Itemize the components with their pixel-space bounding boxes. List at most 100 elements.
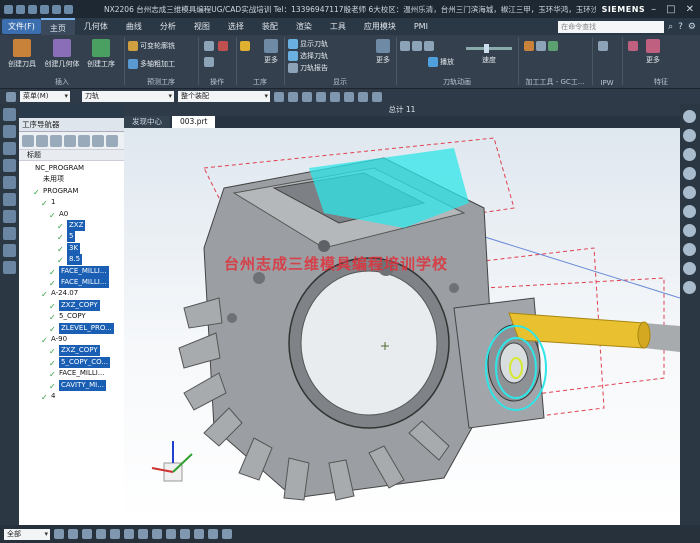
tab-view[interactable]: 视图 bbox=[185, 18, 219, 35]
close-button[interactable]: ✕ bbox=[686, 4, 694, 15]
operate-copy-button[interactable] bbox=[204, 57, 216, 67]
tab-curve[interactable]: 曲线 bbox=[117, 18, 151, 35]
tree-row[interactable]: ✓ FACE_MILLI... bbox=[19, 265, 124, 277]
process-more-button[interactable]: 更多 bbox=[262, 39, 280, 65]
tab-geometry[interactable]: 几何体 bbox=[75, 18, 117, 35]
undo-icon[interactable] bbox=[16, 4, 25, 14]
point-icon[interactable] bbox=[344, 91, 354, 102]
file-menu[interactable]: 文件(F) bbox=[2, 19, 41, 34]
snap-point-icon[interactable] bbox=[110, 529, 120, 539]
lighting-icon[interactable] bbox=[683, 243, 696, 256]
select-icon[interactable] bbox=[54, 529, 64, 539]
tab-part-file[interactable]: 003.prt bbox=[172, 116, 216, 128]
wireframe-icon[interactable] bbox=[96, 529, 106, 539]
toolpath-report-button[interactable]: 刀轨报告 bbox=[288, 63, 328, 73]
measure-icon[interactable] bbox=[222, 529, 232, 539]
role-icon[interactable] bbox=[3, 261, 16, 274]
eye-icon[interactable] bbox=[194, 529, 204, 539]
speed-slider[interactable]: 速度 bbox=[466, 43, 512, 65]
tree-row[interactable]: ✓ 3K bbox=[19, 242, 124, 254]
tree-row[interactable]: 未用项 bbox=[19, 174, 124, 185]
create-tool-button[interactable]: 创建刀具 bbox=[6, 39, 38, 69]
paste-icon[interactable] bbox=[64, 4, 73, 14]
mach-tool-buttons[interactable] bbox=[524, 41, 560, 51]
quadrant-icon[interactable] bbox=[180, 529, 190, 539]
tree-row[interactable]: ✓ 1 bbox=[19, 197, 124, 208]
operate-cut-button[interactable] bbox=[218, 41, 230, 51]
variable-contour-button[interactable]: 可变轮廓铣 bbox=[128, 41, 175, 51]
play-button[interactable]: 播放 bbox=[428, 57, 454, 67]
nav-icon[interactable] bbox=[3, 108, 16, 121]
cube-icon[interactable] bbox=[82, 529, 92, 539]
view-triad[interactable] bbox=[151, 441, 193, 482]
tab-tools[interactable]: 工具 bbox=[321, 18, 355, 35]
constraint-icon[interactable] bbox=[3, 159, 16, 172]
machine-tool-icon[interactable] bbox=[3, 244, 16, 257]
tab-render[interactable]: 渲染 bbox=[287, 18, 321, 35]
tree-row[interactable]: NC_PROGRAM bbox=[19, 163, 124, 174]
tab-pmi[interactable]: PMI bbox=[405, 18, 437, 35]
copy-icon[interactable] bbox=[52, 4, 61, 14]
tree-row[interactable]: ✓ 5_COPY bbox=[19, 311, 124, 322]
help-icon[interactable]: ? bbox=[678, 22, 683, 32]
show-toolpath-button[interactable]: 显示刀轨 bbox=[288, 39, 328, 49]
feature-button[interactable] bbox=[628, 41, 640, 51]
end-point-icon[interactable] bbox=[124, 529, 134, 539]
tab-analysis[interactable]: 分析 bbox=[151, 18, 185, 35]
tool-view-icon[interactable] bbox=[36, 134, 48, 147]
tree-row[interactable]: ✓ A-90 bbox=[19, 334, 124, 345]
fit-icon[interactable] bbox=[683, 186, 696, 199]
tree-row[interactable]: ✓ A0 bbox=[19, 209, 124, 220]
edge-icon[interactable] bbox=[358, 91, 368, 102]
view-icon[interactable] bbox=[288, 91, 298, 102]
graphics-window[interactable]: 台州志成三维模具编程培训学校 bbox=[124, 128, 680, 525]
eye-icon[interactable] bbox=[683, 110, 696, 123]
tree-row[interactable]: ✓ ZLEVEL_PRO... bbox=[19, 322, 124, 334]
box-select-icon[interactable] bbox=[330, 91, 340, 102]
scope-select[interactable]: 整个装配 bbox=[178, 91, 270, 102]
display-more-button[interactable]: 更多 bbox=[374, 39, 392, 65]
find-icon[interactable] bbox=[106, 134, 118, 147]
settings-icon[interactable]: ⚙ bbox=[688, 22, 696, 32]
select-all-icon[interactable] bbox=[316, 91, 326, 102]
operate-edit-button[interactable] bbox=[204, 41, 216, 51]
section-icon[interactable] bbox=[683, 205, 696, 218]
tree-row[interactable]: ✓ 8.5 bbox=[19, 254, 124, 266]
select-toolpath-button[interactable]: 选择刀轨 bbox=[288, 51, 328, 61]
box-icon[interactable] bbox=[68, 529, 78, 539]
render-icon[interactable] bbox=[683, 224, 696, 237]
redo-icon[interactable] bbox=[28, 4, 37, 14]
tab-applications[interactable]: 应用模块 bbox=[355, 18, 405, 35]
geometry-view-icon[interactable] bbox=[50, 134, 62, 147]
method-view-icon[interactable] bbox=[64, 134, 76, 147]
tree-row[interactable]: ✓ A-24.07 bbox=[19, 288, 124, 299]
selection-scope-select[interactable]: 全部 bbox=[4, 528, 50, 540]
tree-row[interactable]: ✓ CAVITY_MI... bbox=[19, 379, 124, 391]
tree-row[interactable]: ✓ ZXZ_COPY bbox=[19, 345, 124, 357]
create-operation-button[interactable]: 创建工序 bbox=[84, 39, 118, 69]
intersection-icon[interactable] bbox=[166, 529, 176, 539]
expand-icon[interactable] bbox=[78, 134, 90, 147]
search-icon[interactable]: ⌕ bbox=[668, 22, 673, 32]
tree-row[interactable]: ✓ PROGRAM bbox=[19, 186, 124, 197]
cut-icon[interactable] bbox=[40, 4, 49, 14]
maximize-button[interactable]: □ bbox=[666, 4, 675, 15]
collapse-icon[interactable] bbox=[92, 134, 104, 147]
background-icon[interactable] bbox=[683, 262, 696, 275]
hd3d-icon[interactable] bbox=[3, 193, 16, 206]
web-browser-icon[interactable] bbox=[3, 210, 16, 223]
tree-row[interactable]: ✓ 4 bbox=[19, 391, 124, 402]
mid-point-icon[interactable] bbox=[138, 529, 148, 539]
face-icon[interactable] bbox=[372, 91, 382, 102]
tree-row[interactable]: ✓ FACE_MILLI... bbox=[19, 277, 124, 288]
tree-row[interactable]: ✓ 5_COPY_CO... bbox=[19, 356, 124, 368]
ipw-button[interactable] bbox=[598, 41, 610, 51]
multi-axis-rough-button[interactable]: 多轴粗加工 bbox=[128, 59, 175, 69]
hide-icon[interactable] bbox=[683, 148, 696, 161]
reuse-library-icon[interactable] bbox=[3, 176, 16, 189]
center-icon[interactable] bbox=[152, 529, 162, 539]
tree-row[interactable]: ✓ FACE_MILLI... bbox=[19, 368, 124, 379]
show-icon[interactable] bbox=[683, 167, 696, 180]
orient-icon[interactable] bbox=[683, 281, 696, 294]
generate-button[interactable] bbox=[240, 41, 252, 51]
